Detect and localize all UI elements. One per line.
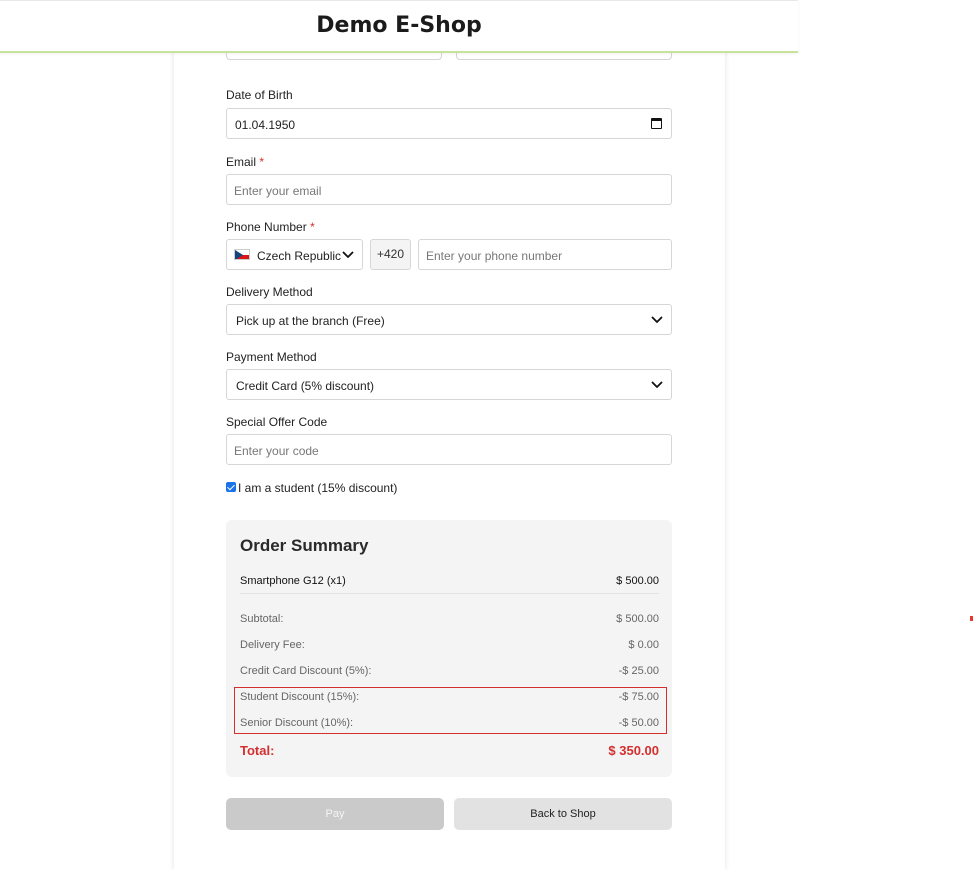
student-checkbox[interactable] (226, 482, 236, 492)
item-price: $ 500.00 (616, 575, 659, 587)
offer-label: Special Offer Code (226, 415, 328, 429)
phone-label: Phone Number * (226, 220, 315, 234)
calendar-icon[interactable] (651, 118, 662, 129)
chevron-down-icon (342, 251, 354, 258)
phone-placeholder: Enter your phone number (426, 249, 563, 263)
email-field[interactable]: Enter your email (226, 174, 672, 205)
site-header: Demo E-Shop (0, 0, 798, 53)
required-mark: * (259, 155, 265, 169)
dob-value: 01.04.1950 (235, 118, 296, 132)
dob-label: Date of Birth (226, 88, 293, 102)
payment-value: Credit Card (5% discount) (236, 379, 375, 393)
delivery-label: Delivery Method (226, 285, 313, 299)
phone-input[interactable]: Enter your phone number (418, 239, 672, 270)
offer-code-input[interactable]: Enter your code (226, 434, 672, 465)
country-value: Czech Republic (257, 249, 342, 263)
offer-placeholder: Enter your code (234, 444, 319, 458)
total-label: Total: (240, 743, 275, 758)
back-to-shop-button[interactable]: Back to Shop (454, 798, 672, 830)
country-select[interactable]: Czech Republic (226, 239, 363, 270)
pay-button[interactable]: Pay (226, 798, 444, 830)
chevron-down-icon (651, 316, 663, 323)
student-checkbox-label[interactable]: I am a student (15% discount) (238, 481, 397, 495)
required-mark: * (310, 220, 315, 234)
email-label: Email * (226, 155, 265, 169)
item-name: Smartphone G12 (x1) (240, 575, 346, 587)
dob-input[interactable]: 01.04.1950 (226, 108, 672, 139)
phone-prefix: +420 (370, 239, 411, 270)
email-placeholder: Enter your email (234, 184, 322, 198)
delivery-value: Pick up at the branch (Free) (236, 314, 385, 328)
total-value: $ 350.00 (608, 743, 659, 758)
payment-label: Payment Method (226, 350, 317, 364)
delivery-select[interactable]: Pick up at the branch (Free) (226, 304, 672, 335)
red-marker (970, 616, 973, 621)
chevron-down-icon (651, 381, 663, 388)
summary-divider (240, 593, 659, 594)
order-summary-title: Order Summary (240, 536, 369, 555)
czech-flag-icon (234, 249, 250, 260)
site-title: Demo E-Shop (316, 13, 482, 38)
payment-select[interactable]: Credit Card (5% discount) (226, 369, 672, 400)
